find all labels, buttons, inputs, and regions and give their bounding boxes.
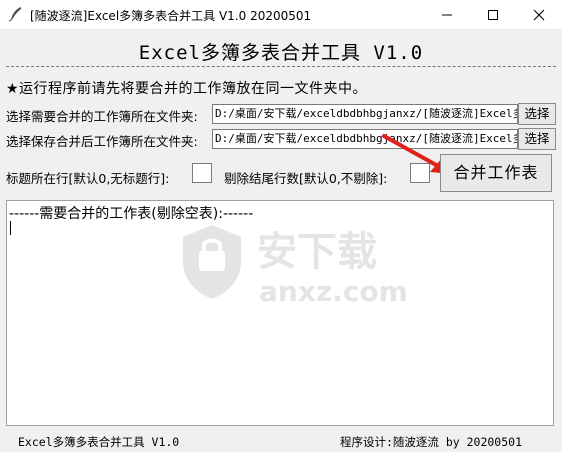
app-title: Excel多簿多表合并工具 V1.0 <box>138 42 424 64</box>
close-icon <box>533 9 545 21</box>
footer-app-name: Excel多簿多表合并工具 V1.0 <box>18 435 180 449</box>
merge-sheets-button[interactable]: 合并工作表 <box>440 154 552 192</box>
title-bar: [随波逐流]Excel多簿多表合并工具 V1.0 20200501 <box>0 0 562 30</box>
close-button[interactable] <box>516 0 562 30</box>
shield-icon <box>183 225 241 299</box>
notice-text: ★运行程序前请先将要合并的工作簿放在同一文件夹中。 <box>6 81 368 97</box>
log-textarea[interactable]: 安下载 anxz.com ------需要合并的工作表(剔除空表):------ <box>6 200 554 426</box>
source-folder-select-button[interactable]: 选择 <box>518 103 556 125</box>
feather-icon <box>8 6 24 22</box>
watermark: 安下载 anxz.com <box>177 215 427 325</box>
minimize-button[interactable] <box>424 0 470 30</box>
text-caret <box>10 221 11 235</box>
watermark-domain: anxz.com <box>259 275 408 308</box>
title-row-input[interactable] <box>192 163 212 183</box>
minimize-icon <box>442 14 452 16</box>
maximize-button[interactable] <box>470 0 516 30</box>
footer-credits: 程序设计:随波逐流 by 20200501 <box>340 435 523 449</box>
divider <box>6 66 556 67</box>
output-folder-label: 选择保存合并后工作簿所在文件夹: <box>6 134 198 149</box>
title-row-label: 标题所在行[默认0,无标题行]: <box>6 171 170 186</box>
maximize-icon <box>488 10 498 20</box>
source-folder-label: 选择需要合并的工作簿所在文件夹: <box>6 109 198 124</box>
window-title: [随波逐流]Excel多簿多表合并工具 V1.0 20200501 <box>30 9 312 23</box>
output-folder-field[interactable]: D:/桌面/安下载/exceldbdbhbgjanxz/[随波逐流]Excel多… <box>212 129 518 149</box>
output-folder-select-button[interactable]: 选择 <box>518 128 556 150</box>
source-folder-field[interactable]: D:/桌面/安下载/exceldbdbhbgjanxz/[随波逐流]Excel多… <box>212 104 518 124</box>
log-line: ------需要合并的工作表(剔除空表):------ <box>9 206 254 222</box>
trailing-rows-label: 剔除结尾行数[默认0,不剔除]: <box>224 171 388 186</box>
watermark-text: 安下载 <box>257 229 377 275</box>
